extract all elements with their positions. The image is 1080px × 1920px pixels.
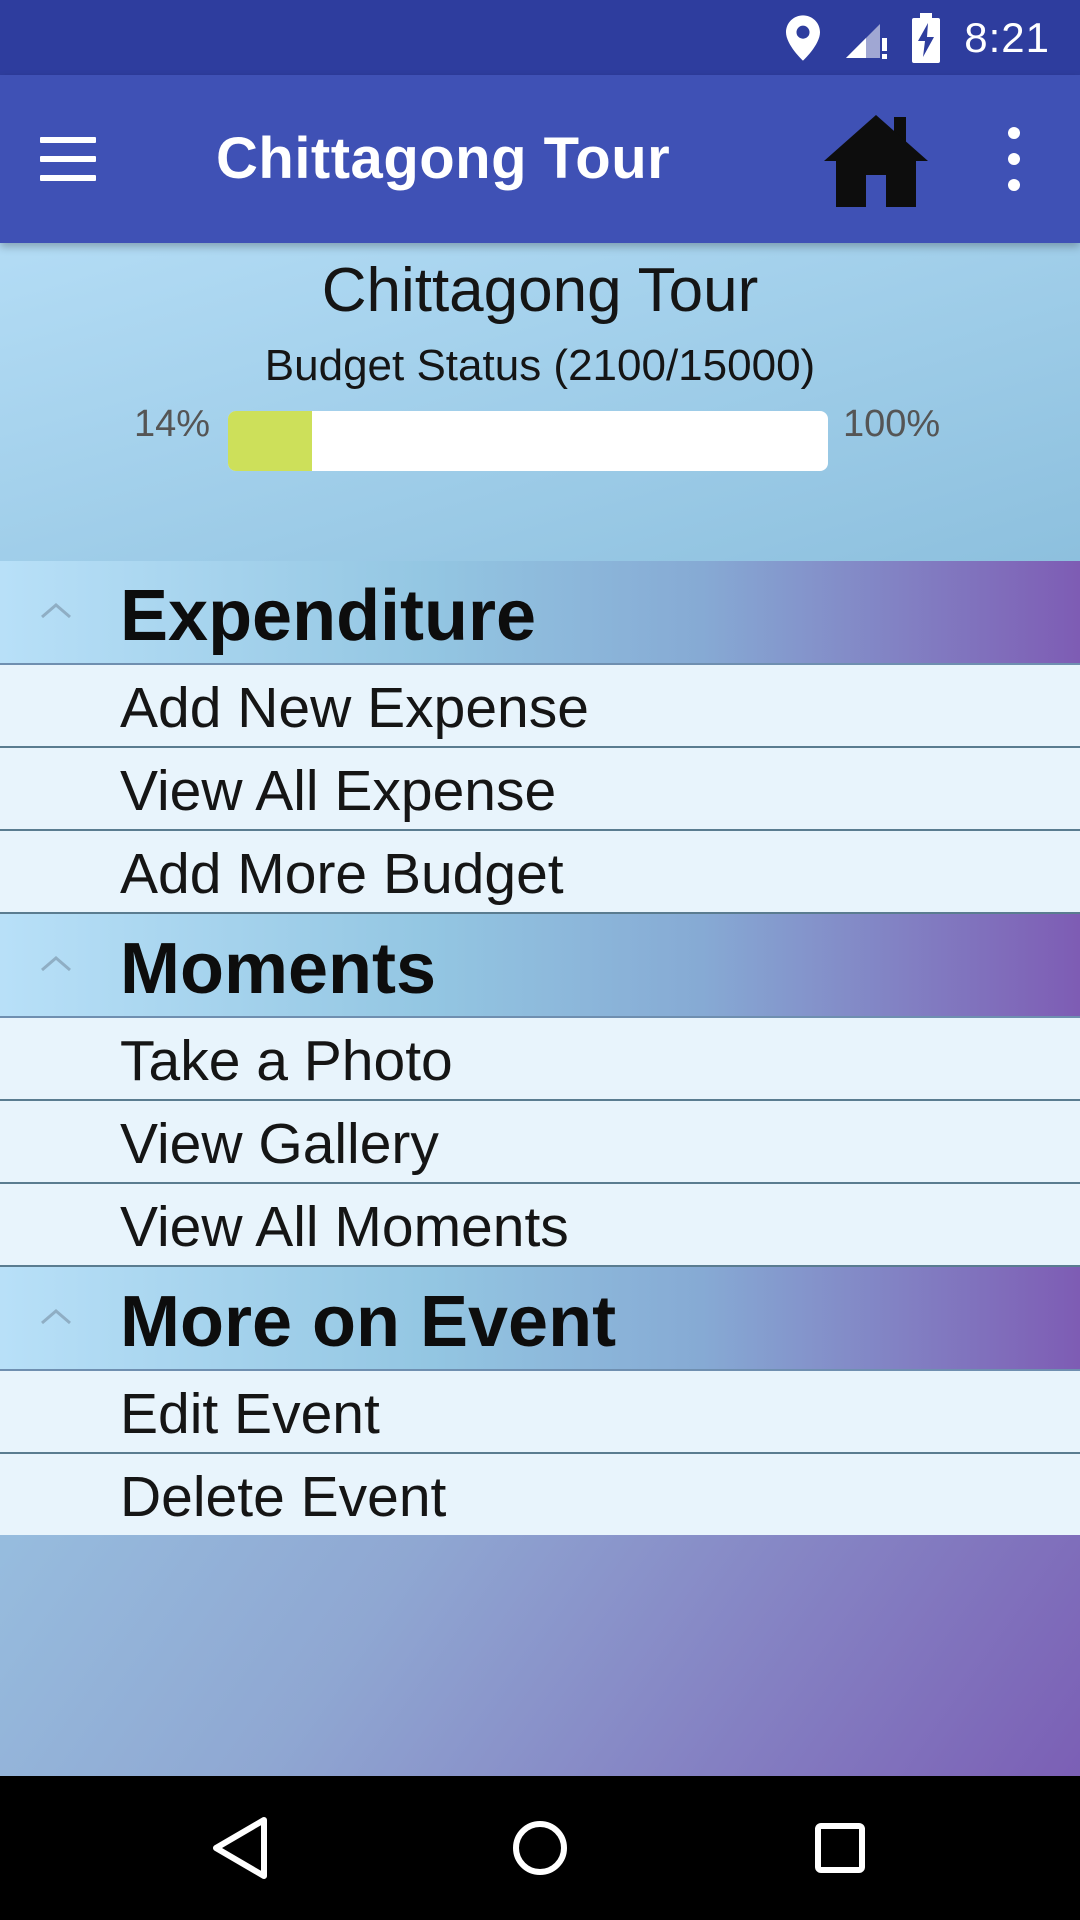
status-time: 8:21 (964, 13, 1050, 61)
list-item-label: Delete Event (120, 1465, 447, 1529)
list-item-edit-event[interactable]: Edit Event (0, 1371, 1080, 1454)
location-icon (786, 14, 821, 61)
list-item-label: Add New Expense (120, 676, 589, 740)
home-circle-icon[interactable] (500, 1808, 580, 1888)
group-header-expenditure[interactable]: Expenditure (0, 561, 1080, 665)
list-item-label: Take a Photo (120, 1029, 453, 1093)
chevron-up-icon (41, 1309, 71, 1325)
battery-charging-icon (912, 12, 941, 63)
group-header-moments[interactable]: Moments (0, 914, 1080, 1018)
progress-min-label: 14% (134, 403, 211, 445)
back-icon[interactable] (200, 1808, 280, 1888)
group-title: Expenditure (120, 576, 537, 656)
list-item-view-all-moments[interactable]: View All Moments (0, 1184, 1080, 1267)
more-vert-icon[interactable] (988, 127, 1040, 191)
list-item-label: View All Expense (120, 759, 557, 823)
progress-max-label: 100% (843, 403, 941, 445)
list-item-label: Add More Budget (120, 842, 564, 906)
menu-icon[interactable] (40, 119, 130, 199)
app-title: Chittagong Tour (216, 126, 671, 191)
action-list: Expenditure Add New Expense View All Exp… (0, 561, 1080, 1535)
list-item-label: Edit Event (120, 1382, 380, 1446)
recents-icon[interactable] (800, 1808, 880, 1888)
group-header-more-on-event[interactable]: More on Event (0, 1267, 1080, 1371)
group-title: More on Event (120, 1282, 617, 1362)
chevron-up-icon (41, 956, 71, 972)
budget-status: Budget Status (2100/15000) (264, 341, 816, 390)
status-icons: 8:21 (786, 0, 1050, 75)
budget-progress-fill (228, 411, 312, 471)
list-item-add-more-budget[interactable]: Add More Budget (0, 831, 1080, 914)
list-item-view-all-expense[interactable]: View All Expense (0, 748, 1080, 831)
list-item-take-a-photo[interactable]: Take a Photo (0, 1018, 1080, 1101)
list-item-add-new-expense[interactable]: Add New Expense (0, 665, 1080, 748)
list-item-label: View All Moments (120, 1195, 569, 1259)
status-bar: 8:21 (0, 0, 1080, 75)
app-bar: Chittagong Tour (0, 75, 1080, 243)
event-title: Chittagong Tour (321, 256, 759, 325)
list-item-label: View Gallery (120, 1112, 439, 1176)
chevron-up-icon (41, 603, 71, 619)
event-dashboard: Chittagong Tour Budget Status (2100/1500… (0, 243, 1080, 1776)
group-title: Moments (120, 929, 437, 1009)
budget-progress-bar (228, 411, 828, 471)
event-summary: Chittagong Tour Budget Status (2100/1500… (0, 243, 1080, 561)
list-item-delete-event[interactable]: Delete Event (0, 1454, 1080, 1535)
navigation-bar (0, 1776, 1080, 1920)
signal-icon (846, 23, 888, 59)
home-icon[interactable] (820, 113, 932, 209)
list-item-view-gallery[interactable]: View Gallery (0, 1101, 1080, 1184)
